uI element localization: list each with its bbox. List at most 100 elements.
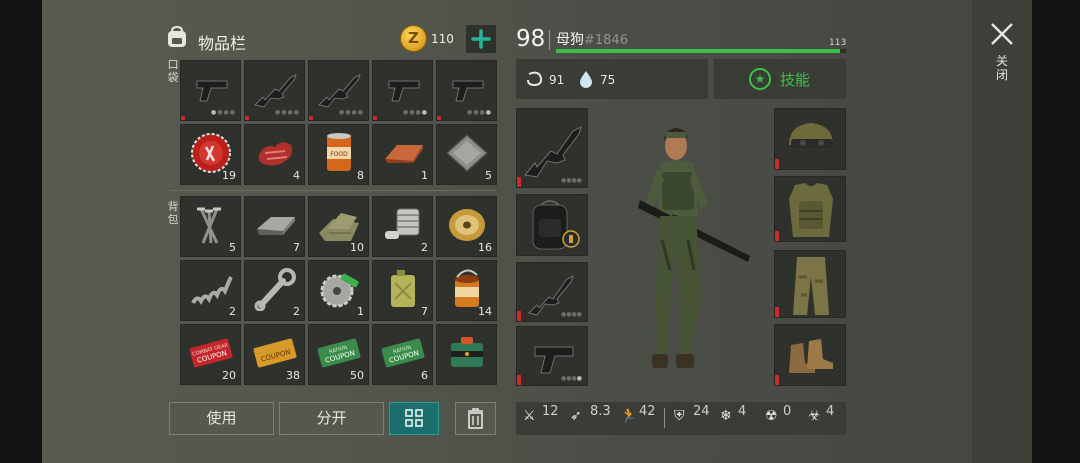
coin-count: 110 <box>431 32 454 46</box>
radiation-resist-icon: ☢ <box>765 408 778 424</box>
boots-icon <box>789 339 833 373</box>
assault-rifle-icon <box>254 74 297 108</box>
stats-divider <box>664 408 665 428</box>
pocket-slot[interactable]: 1 <box>372 124 433 185</box>
backpack-slot-equipped[interactable] <box>516 194 588 256</box>
backpack-slot[interactable]: 2 <box>244 260 305 321</box>
svg-text:FOOD: FOOD <box>330 151 348 158</box>
raw-meat-icon <box>258 142 293 166</box>
backpack-slot[interactable]: 2 <box>180 260 241 321</box>
backpack-slot[interactable]: 14 <box>436 260 497 321</box>
body-armor-icon <box>789 183 833 237</box>
skills-label: 技能 <box>780 71 811 89</box>
backpack-slot[interactable]: 7 <box>372 260 433 321</box>
canned-food-icon: FOOD <box>327 133 351 171</box>
secondary-weapon-slot[interactable]: ●●●● <box>516 262 588 322</box>
speed-icon: 🏃 <box>620 408 638 424</box>
character-id: #1846 <box>584 33 628 48</box>
backpack-label: 背包 <box>167 200 179 226</box>
star-icon: ★ <box>749 68 771 90</box>
backpack-slot[interactable]: RATION COUPON 6 <box>372 324 433 385</box>
pants-icon <box>793 257 829 315</box>
saw-blade-icon <box>320 273 359 308</box>
melee-damage-value: 12 <box>542 404 559 419</box>
thirst-value: 75 <box>600 73 616 87</box>
backpack-slot[interactable] <box>436 324 497 385</box>
helmet-icon <box>789 123 833 148</box>
character-name: 母狗#1846 <box>556 29 628 49</box>
body-slot[interactable] <box>774 176 846 242</box>
pocket-label: 口袋 <box>167 58 179 84</box>
cold-resist-value: 4 <box>738 404 747 419</box>
steel-plate-icon <box>445 133 489 173</box>
level-divider <box>549 30 550 50</box>
backpack-gear-icon <box>532 200 580 250</box>
pocket-slot[interactable]: ●●●● <box>436 60 497 121</box>
backpack-slot[interactable]: COMBAT GEAR COUPON 20 <box>180 324 241 385</box>
pocket-slot[interactable]: 5 <box>436 124 497 185</box>
spring-icon <box>191 276 233 305</box>
hunger-icon <box>525 70 545 88</box>
ranged-damage-icon: ➶ <box>570 408 582 424</box>
character-name-text: 母狗 <box>556 32 584 48</box>
defense-value: 24 <box>693 404 710 419</box>
pocket-separator <box>170 190 496 191</box>
sidearm-slot[interactable]: ●●●● <box>516 326 588 386</box>
character-level: 98 <box>516 26 546 52</box>
use-button[interactable]: 使用 <box>169 402 274 435</box>
thirst-icon <box>578 70 594 88</box>
iron-bar-icon <box>257 217 295 235</box>
wrench-icon <box>254 268 296 311</box>
pocket-slot[interactable]: ●●●● <box>180 60 241 121</box>
pocket-slot[interactable]: 19 <box>180 124 241 185</box>
defense-icon: ⛨ <box>674 408 685 424</box>
backpack-slot[interactable]: 7 <box>244 196 305 257</box>
pocket-slot[interactable]: ●●●● <box>244 60 305 121</box>
melee-damage-icon: ⚔ <box>523 408 536 424</box>
discard-button[interactable] <box>455 402 496 435</box>
pocket-slot[interactable]: ●●●● <box>372 60 433 121</box>
xp-max: 113 <box>829 38 847 48</box>
grid-view-button[interactable] <box>389 402 439 435</box>
character-model <box>610 120 770 380</box>
assault-rifle-icon <box>318 74 361 108</box>
pocket-slot[interactable]: FOOD 8 <box>308 124 369 185</box>
legs-slot[interactable] <box>774 250 846 318</box>
split-button[interactable]: 分开 <box>279 402 384 435</box>
primary-weapon-slot[interactable]: ●●●● <box>516 108 588 188</box>
plus-icon <box>471 29 491 49</box>
add-coins-button[interactable] <box>466 25 496 53</box>
game-screen: 物品栏 Z 110 口袋 背包 ●●●● ●●●● ●●●● ●●●● ●●●●… <box>0 0 1080 463</box>
skills-button[interactable]: ★ 技能 <box>714 59 846 99</box>
infection-resist-icon: ☣ <box>808 408 821 424</box>
close-button[interactable]: 关闭 <box>986 20 1018 100</box>
hunger-value: 91 <box>549 73 565 87</box>
close-label: 关闭 <box>995 54 1008 82</box>
trash-icon <box>468 408 483 429</box>
head-slot[interactable] <box>774 108 846 170</box>
pistol-icon <box>196 80 228 102</box>
ranged-damage-value: 8.3 <box>590 404 611 419</box>
nails-icon <box>197 207 221 244</box>
backpack-slot[interactable]: 16 <box>436 196 497 257</box>
ration-coupon-icon: RATIONCOUPON <box>381 338 425 368</box>
cold-resist-icon: ❄ <box>720 408 732 424</box>
pocket-slot[interactable]: ●●●● <box>308 60 369 121</box>
backpack-slot[interactable]: 5 <box>180 196 241 257</box>
backpack-icon <box>164 25 190 49</box>
inventory-title: 物品栏 <box>198 34 247 53</box>
backpack-slot[interactable]: RATION COUPON 50 <box>308 324 369 385</box>
backpack-slot[interactable]: COUPON 38 <box>244 324 305 385</box>
close-icon <box>991 23 1013 45</box>
pocket-slot[interactable]: 4 <box>244 124 305 185</box>
grid-icon <box>405 409 423 427</box>
backpack-slot[interactable]: 10 <box>308 196 369 257</box>
backpack-slot[interactable]: 1 <box>308 260 369 321</box>
engine-parts-icon <box>385 208 420 239</box>
jerrycan-icon <box>391 270 415 307</box>
feet-slot[interactable] <box>774 324 846 386</box>
xp-bar <box>556 49 846 53</box>
coin-icon: Z <box>400 25 427 52</box>
copper-ingot-icon <box>385 145 423 163</box>
backpack-slot[interactable]: 2 <box>372 196 433 257</box>
